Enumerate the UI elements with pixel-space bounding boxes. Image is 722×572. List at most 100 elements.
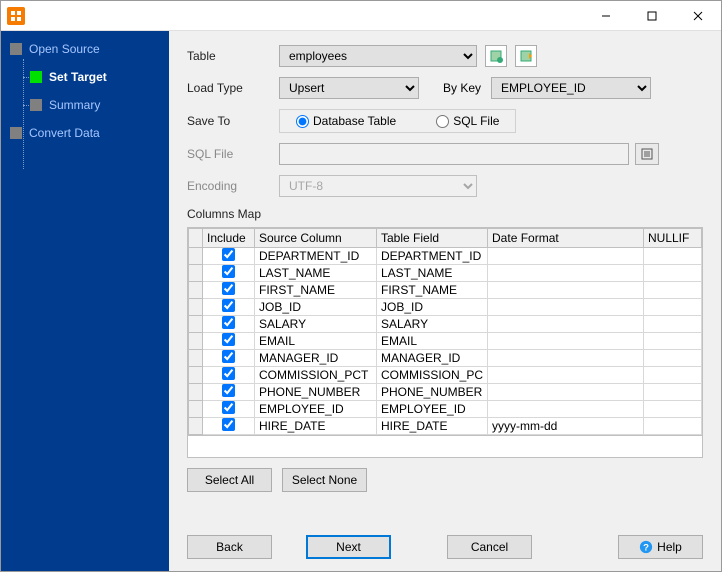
- nullif-cell[interactable]: [644, 333, 702, 350]
- sidebar-item-set-target[interactable]: Set Target: [1, 67, 169, 87]
- include-cell[interactable]: [203, 418, 255, 435]
- grid-header-nullif[interactable]: NULLIF: [644, 229, 702, 248]
- include-cell[interactable]: [203, 282, 255, 299]
- nullif-cell[interactable]: [644, 401, 702, 418]
- datefmt-cell[interactable]: [488, 282, 644, 299]
- field-cell[interactable]: COMMISSION_PC: [377, 367, 488, 384]
- field-cell[interactable]: MANAGER_ID: [377, 350, 488, 367]
- table-row[interactable]: PHONE_NUMBERPHONE_NUMBER: [189, 384, 702, 401]
- grid-header-datefmt[interactable]: Date Format: [488, 229, 644, 248]
- include-checkbox[interactable]: [222, 282, 235, 295]
- sidebar-item-convert-data[interactable]: Convert Data: [1, 123, 169, 143]
- source-cell[interactable]: LAST_NAME: [255, 265, 377, 282]
- table-row[interactable]: JOB_IDJOB_ID: [189, 299, 702, 316]
- datefmt-cell[interactable]: [488, 299, 644, 316]
- include-checkbox[interactable]: [222, 316, 235, 329]
- source-cell[interactable]: DEPARTMENT_ID: [255, 248, 377, 265]
- row-header[interactable]: [189, 418, 203, 435]
- grid-header-include[interactable]: Include: [203, 229, 255, 248]
- table-row[interactable]: SALARYSALARY: [189, 316, 702, 333]
- field-cell[interactable]: DEPARTMENT_ID: [377, 248, 488, 265]
- nullif-cell[interactable]: [644, 367, 702, 384]
- include-checkbox[interactable]: [222, 367, 235, 380]
- row-header[interactable]: [189, 299, 203, 316]
- maximize-button[interactable]: [629, 1, 675, 31]
- source-cell[interactable]: SALARY: [255, 316, 377, 333]
- refresh-table-icon[interactable]: [485, 45, 507, 67]
- include-cell[interactable]: [203, 384, 255, 401]
- saveto-db-radio[interactable]: Database Table: [296, 114, 396, 128]
- include-checkbox[interactable]: [222, 265, 235, 278]
- row-header[interactable]: [189, 248, 203, 265]
- select-none-button[interactable]: Select None: [282, 468, 367, 492]
- source-cell[interactable]: PHONE_NUMBER: [255, 384, 377, 401]
- include-cell[interactable]: [203, 333, 255, 350]
- row-header[interactable]: [189, 265, 203, 282]
- datefmt-cell[interactable]: [488, 350, 644, 367]
- minimize-button[interactable]: [583, 1, 629, 31]
- table-row[interactable]: COMMISSION_PCTCOMMISSION_PC: [189, 367, 702, 384]
- columns-grid[interactable]: Include Source Column Table Field Date F…: [187, 227, 703, 436]
- back-button[interactable]: Back: [187, 535, 272, 559]
- include-cell[interactable]: [203, 299, 255, 316]
- source-cell[interactable]: COMMISSION_PCT: [255, 367, 377, 384]
- grid-header-field[interactable]: Table Field: [377, 229, 488, 248]
- nullif-cell[interactable]: [644, 282, 702, 299]
- nullif-cell[interactable]: [644, 299, 702, 316]
- row-header[interactable]: [189, 401, 203, 418]
- include-cell[interactable]: [203, 265, 255, 282]
- select-all-button[interactable]: Select All: [187, 468, 272, 492]
- nullif-cell[interactable]: [644, 384, 702, 401]
- datefmt-cell[interactable]: [488, 316, 644, 333]
- table-row[interactable]: EMAILEMAIL: [189, 333, 702, 350]
- new-table-icon[interactable]: [515, 45, 537, 67]
- grid-header-source[interactable]: Source Column: [255, 229, 377, 248]
- next-button[interactable]: Next: [306, 535, 391, 559]
- help-button[interactable]: ? Help: [618, 535, 703, 559]
- datefmt-cell[interactable]: [488, 401, 644, 418]
- datefmt-cell[interactable]: [488, 333, 644, 350]
- nullif-cell[interactable]: [644, 418, 702, 435]
- row-header[interactable]: [189, 333, 203, 350]
- nullif-cell[interactable]: [644, 248, 702, 265]
- include-checkbox[interactable]: [222, 418, 235, 431]
- source-cell[interactable]: EMPLOYEE_ID: [255, 401, 377, 418]
- field-cell[interactable]: JOB_ID: [377, 299, 488, 316]
- source-cell[interactable]: JOB_ID: [255, 299, 377, 316]
- table-row[interactable]: MANAGER_IDMANAGER_ID: [189, 350, 702, 367]
- include-cell[interactable]: [203, 401, 255, 418]
- field-cell[interactable]: EMPLOYEE_ID: [377, 401, 488, 418]
- datefmt-cell[interactable]: [488, 265, 644, 282]
- row-header[interactable]: [189, 384, 203, 401]
- include-cell[interactable]: [203, 367, 255, 384]
- row-header[interactable]: [189, 282, 203, 299]
- source-cell[interactable]: FIRST_NAME: [255, 282, 377, 299]
- include-cell[interactable]: [203, 248, 255, 265]
- source-cell[interactable]: EMAIL: [255, 333, 377, 350]
- include-checkbox[interactable]: [222, 384, 235, 397]
- field-cell[interactable]: EMAIL: [377, 333, 488, 350]
- include-checkbox[interactable]: [222, 333, 235, 346]
- field-cell[interactable]: FIRST_NAME: [377, 282, 488, 299]
- loadtype-select[interactable]: Upsert: [279, 77, 419, 99]
- field-cell[interactable]: HIRE_DATE: [377, 418, 488, 435]
- table-row[interactable]: HIRE_DATEHIRE_DATEyyyy-mm-dd: [189, 418, 702, 435]
- row-header[interactable]: [189, 316, 203, 333]
- include-cell[interactable]: [203, 350, 255, 367]
- saveto-sql-radio[interactable]: SQL File: [436, 114, 499, 128]
- include-checkbox[interactable]: [222, 299, 235, 312]
- close-button[interactable]: [675, 1, 721, 31]
- table-select[interactable]: employees: [279, 45, 477, 67]
- include-checkbox[interactable]: [222, 248, 235, 261]
- table-row[interactable]: DEPARTMENT_IDDEPARTMENT_ID: [189, 248, 702, 265]
- datefmt-cell[interactable]: [488, 384, 644, 401]
- table-row[interactable]: LAST_NAMELAST_NAME: [189, 265, 702, 282]
- sidebar-item-summary[interactable]: Summary: [1, 95, 169, 115]
- include-checkbox[interactable]: [222, 401, 235, 414]
- nullif-cell[interactable]: [644, 265, 702, 282]
- cancel-button[interactable]: Cancel: [447, 535, 532, 559]
- datefmt-cell[interactable]: [488, 248, 644, 265]
- table-row[interactable]: FIRST_NAMEFIRST_NAME: [189, 282, 702, 299]
- row-header[interactable]: [189, 367, 203, 384]
- sidebar-item-open-source[interactable]: Open Source: [1, 39, 169, 59]
